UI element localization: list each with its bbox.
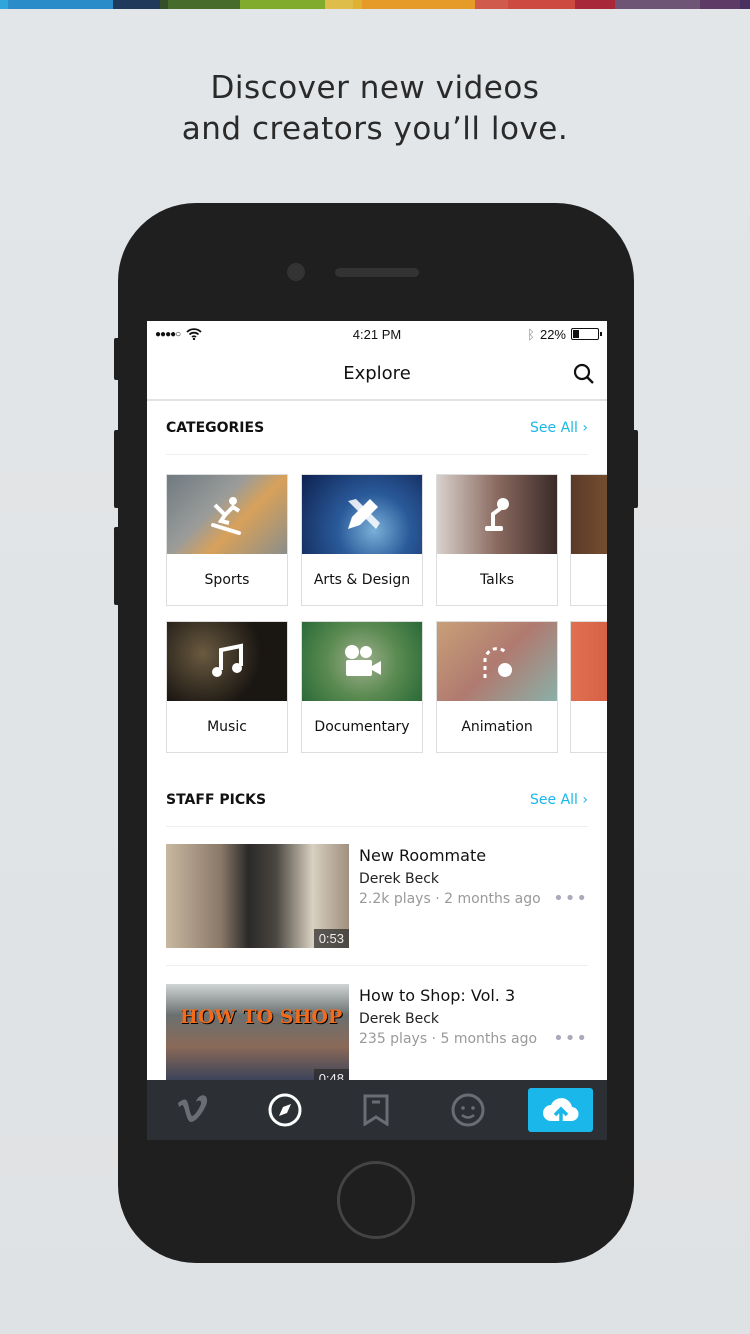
bookmark-icon	[363, 1094, 389, 1126]
category-card-arts-design[interactable]: Arts & Design	[301, 474, 423, 606]
pencil-ruler-icon	[348, 498, 380, 529]
categories-header: CATEGORIES See All ›	[166, 401, 588, 455]
section-title: STAFF PICKS	[166, 791, 267, 808]
smiley-icon	[451, 1093, 485, 1127]
front-camera	[287, 263, 305, 281]
category-card-music[interactable]: Music	[166, 621, 288, 753]
divider	[166, 965, 588, 966]
category-card-sports[interactable]: Sports	[166, 474, 288, 606]
category-label: Animation	[461, 719, 533, 735]
tab-home[interactable]	[161, 1088, 225, 1132]
status-time: 4:21 PM	[352, 326, 402, 342]
video-thumbnail[interactable]: 0:53	[166, 844, 349, 948]
snowboard-icon	[211, 496, 241, 535]
category-card-partial[interactable]	[570, 621, 607, 753]
video-item[interactable]: 0:53 New Roommate Derek Beck 2.2k plays …	[166, 844, 588, 948]
video-thumbnail[interactable]: HOW TO SHOP 0:48	[166, 984, 349, 1088]
tab-watch-later[interactable]	[344, 1088, 408, 1132]
video-duration: 0:53	[313, 929, 349, 948]
tab-upload[interactable]	[528, 1088, 594, 1132]
page-title: Explore	[343, 363, 411, 384]
categories-see-all-link[interactable]: See All ›	[530, 420, 588, 436]
app-screen: ●●●●○ 4:21 PM ᛒ 22% Explore CATEGORIES S…	[147, 321, 607, 1140]
video-item[interactable]: HOW TO SHOP 0:48 How to Shop: Vol. 3 Der…	[166, 984, 588, 1088]
search-icon[interactable]	[573, 363, 595, 385]
battery-icon	[571, 328, 602, 340]
status-bar: ●●●●○ 4:21 PM ᛒ 22%	[147, 321, 607, 347]
headline-line-2: and creators you’ll love.	[181, 111, 569, 147]
category-label: Sports	[204, 572, 250, 588]
nav-bar: Explore	[147, 347, 607, 401]
microphone-stand-icon	[485, 497, 509, 531]
thumbnail-title-text: HOW TO SHOP	[180, 1006, 343, 1028]
film-camera-icon	[345, 644, 381, 676]
category-card-partial[interactable]	[570, 474, 607, 606]
category-card-talks[interactable]: Talks	[436, 474, 558, 606]
video-author[interactable]: Derek Beck	[359, 1011, 588, 1027]
compass-icon	[268, 1093, 302, 1127]
upload-cloud-icon	[542, 1098, 579, 1123]
section-title: CATEGORIES	[166, 419, 265, 436]
category-label: Documentary	[314, 719, 410, 735]
staff-picks-see-all-link[interactable]: See All ›	[530, 792, 588, 808]
headline-line-1: Discover new videos	[210, 70, 540, 106]
video-title[interactable]: How to Shop: Vol. 3	[359, 986, 588, 1005]
tab-me[interactable]	[436, 1088, 500, 1132]
music-note-icon	[212, 643, 243, 677]
more-options-icon[interactable]: •••	[553, 1028, 588, 1049]
vimeo-icon	[177, 1095, 207, 1122]
video-author[interactable]: Derek Beck	[359, 871, 588, 887]
animation-path-icon	[483, 646, 512, 678]
video-title[interactable]: New Roommate	[359, 846, 588, 865]
home-button[interactable]	[337, 1161, 415, 1239]
category-card-animation[interactable]: Animation	[436, 621, 558, 753]
more-options-icon[interactable]: •••	[553, 888, 588, 909]
tab-explore[interactable]	[253, 1088, 317, 1132]
category-label: Arts & Design	[313, 572, 411, 588]
headline: Discover new videos and creators you’ll …	[0, 68, 750, 150]
category-label: Talks	[479, 572, 515, 588]
staff-picks-header: STAFF PICKS See All ›	[166, 773, 588, 827]
earpiece-speaker	[335, 268, 419, 277]
category-label: Music	[207, 719, 247, 735]
tab-bar	[147, 1080, 607, 1140]
category-card-documentary[interactable]: Documentary	[301, 621, 423, 753]
brand-color-bar	[0, 0, 750, 9]
